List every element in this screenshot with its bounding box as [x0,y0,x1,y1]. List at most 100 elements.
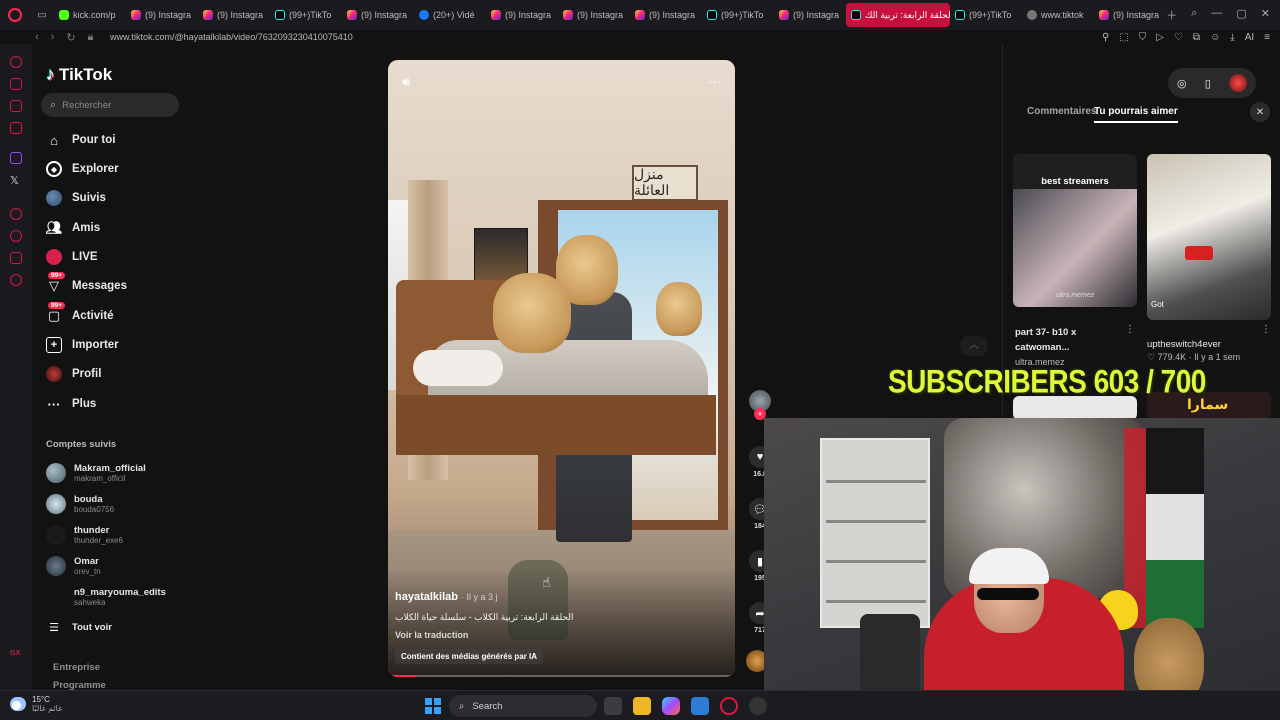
windows-start-icon[interactable] [425,698,441,714]
nav-item-activite[interactable]: ▢ 99+ Activité [46,302,114,327]
video-progress-bar[interactable] [388,675,735,677]
sidebar-twitch-icon[interactable] [10,152,22,164]
sidebar-x-icon[interactable]: 𝕏 [10,174,19,187]
search-input[interactable]: ⌕ Rechercher [41,93,179,117]
tiktok-icon [851,10,861,20]
opera-logo-icon[interactable] [0,0,30,30]
card-title[interactable]: part 37- b10 x catwoman... [1015,325,1125,355]
see-translation-link[interactable]: Voir la traduction [395,630,468,640]
browser-tab[interactable]: (99+)TikTo [950,3,1022,27]
nav-item-messages[interactable]: ▽ 99+ Messages [46,272,127,297]
card-title[interactable]: uptheswitch4ever [1147,337,1221,352]
followed-account[interactable]: bouda bouda0756 [46,491,114,517]
nav-item-plus[interactable]: ··· Plus [46,393,97,415]
see-all-link[interactable]: ☰ Tout voir [46,616,112,638]
avatar [46,525,66,545]
followed-account[interactable]: Omar orev_tn [46,553,101,579]
task-view-icon[interactable] [604,697,622,715]
sidebar-instagram-icon[interactable] [10,122,22,134]
file-explorer-icon[interactable] [633,697,651,715]
volume-icon[interactable]: 🔊︎ [402,74,410,90]
sidebar-settings-icon[interactable] [10,274,22,286]
profile-icon[interactable]: ☺ [1210,32,1220,43]
device-icon[interactable]: ▯ [1205,77,1211,90]
compass-icon[interactable]: ◎ [1177,77,1187,90]
sidebar-workspace-icon[interactable] [10,78,22,90]
browser-tab[interactable]: (9) Instagra [558,3,630,27]
sidebar-messenger-icon[interactable] [10,100,22,112]
search-tabs-icon[interactable]: ⌕ [1191,7,1197,23]
recommended-card-1[interactable]: best streamers ultra.memez [1013,154,1137,307]
tab-comments[interactable]: Commentaires [1027,106,1096,117]
nav-item-profil[interactable]: Profil [46,363,101,385]
nav-item-suivis[interactable]: Suivis [46,187,106,209]
close-panel-icon[interactable]: ✕ [1250,102,1270,122]
sidebar-ai-icon[interactable] [10,56,22,68]
browser-tab[interactable]: (20+) Vidé [414,3,486,27]
adblock-icon[interactable]: ⛉ [1139,32,1147,43]
tab-you-may-like[interactable]: Tu pourrais aimer [1094,106,1178,123]
video-player[interactable]: منزل العائلة 🔊︎ ··· hayatalkilab · Il y … [388,60,735,677]
back-icon[interactable]: ‹ [35,31,39,44]
browser-tab[interactable]: (9) Instagra [774,3,846,27]
windows-taskbar: 15°C غائم غالبًا ⌕ Search [0,690,1280,720]
new-tab-button[interactable]: ＋ [1166,7,1177,23]
menu-icon[interactable]: ≡ [1264,32,1270,43]
nav-item-pour-toi[interactable]: ⌂ Pour toi [46,129,115,151]
recommended-card-2[interactable]: Got [1147,154,1271,320]
opera-gx-icon[interactable] [720,697,738,715]
scroll-up-icon[interactable]: ︿ [960,336,988,356]
maximize-button[interactable]: ▢ [1236,7,1246,23]
browser-tab[interactable]: (99+)TikTo [270,3,342,27]
footer-link[interactable]: Entreprise [53,662,100,673]
store-icon[interactable] [691,697,709,715]
ai-button[interactable]: AI [1245,32,1254,43]
followed-account[interactable]: thunder thunder_exe6 [46,522,123,548]
video-pillow [413,350,503,386]
close-window-button[interactable]: ✕ [1261,7,1270,23]
video-author[interactable]: hayatalkilab · Il y a 3 j [395,591,498,603]
tab-list-icon[interactable]: ▭ [30,10,54,21]
author-avatar-button[interactable]: + [745,390,775,420]
download-icon[interactable]: ⤓ [1230,32,1234,43]
followed-account[interactable]: n9_maryouma_edits sahweka [46,584,166,610]
followed-account[interactable]: Makram_official makram_officil [46,460,146,486]
taskbar-search[interactable]: ⌕ Search [449,695,597,717]
browser-tab[interactable]: www.tiktok [1022,3,1094,27]
browser-tab[interactable]: الحلقة الرابعة: تربية الك [846,3,950,27]
nav-item-live[interactable]: LIVE [46,246,98,268]
browser-tab[interactable]: (9) Instagra [1094,3,1166,27]
forward-icon[interactable]: › [51,31,55,44]
browser-tab[interactable]: (9) Instagra [198,3,270,27]
activity-icon: ▢ 99+ [46,302,66,324]
browser-tab[interactable]: (9) Instagra [630,3,702,27]
card-more-icon[interactable]: ⋮ [1261,324,1271,335]
minimize-button[interactable]: — [1211,7,1222,23]
card-more-icon[interactable]: ⋮ [1125,324,1135,335]
sidebar-history-icon[interactable] [10,230,22,242]
nav-item-amis[interactable]: 👥︎ Amis [46,217,100,239]
screenshot-icon[interactable]: ⬚ [1119,32,1128,43]
browser-tab[interactable]: (99+)TikTo [702,3,774,27]
browser-tab[interactable]: (9) Instagra [486,3,558,27]
browser-tab[interactable]: (9) Instagra [342,3,414,27]
video-more-icon[interactable]: ··· [708,74,721,89]
tiktok-logo[interactable]: ♪ TikTok [46,64,112,85]
taskbar-app-icon[interactable] [749,697,767,715]
play-icon[interactable]: ▷ [1156,32,1164,43]
reload-icon[interactable]: ↻ [66,31,75,44]
heart-icon[interactable]: ♡ [1174,32,1183,43]
sidebar-extensions-icon[interactable] [10,252,22,264]
weather-widget[interactable]: 15°C غائم غالبًا [10,695,62,713]
url-field[interactable]: www.tiktok.com/@hayatalkilab/video/76320… [110,32,353,42]
bookmark-icon[interactable]: ⚲ [1102,32,1109,43]
nav-item-importer[interactable]: + Importer [46,334,119,356]
browser-tab[interactable]: kick.com/p [54,3,126,27]
copilot-icon[interactable] [662,697,680,715]
sidebar-player-icon[interactable] [10,208,22,220]
extensions-icon[interactable]: ⧉ [1193,32,1200,43]
browser-tab[interactable]: (9) Instagra [126,3,198,27]
sidebar-gx-icon[interactable]: GX [10,650,20,657]
nav-item-explorer[interactable]: ◆ Explorer [46,158,119,180]
user-avatar[interactable] [1228,74,1247,92]
